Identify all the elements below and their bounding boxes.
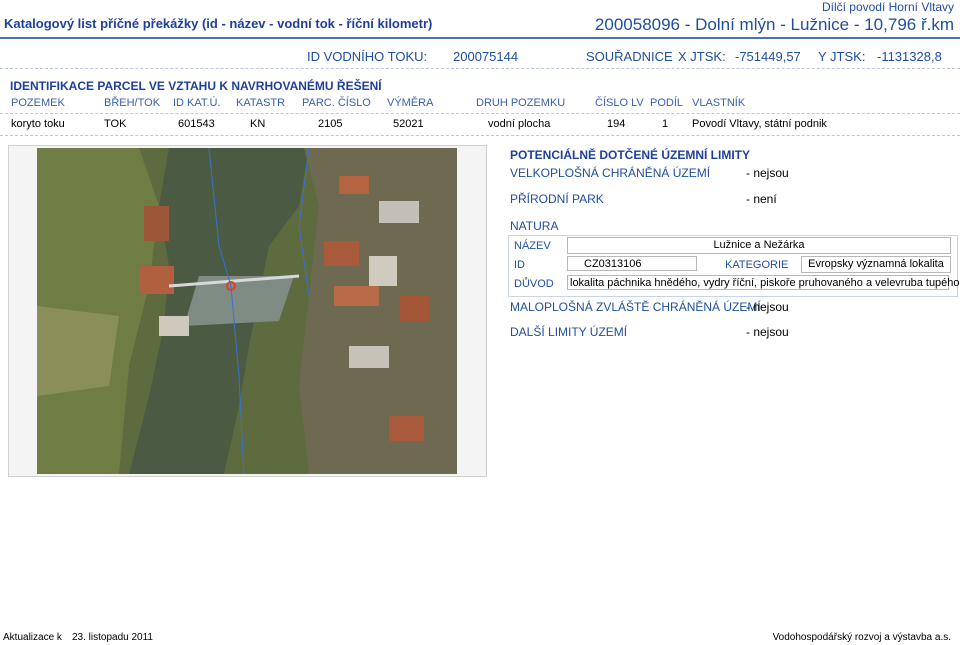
cell-parc-cislo: 2105 bbox=[318, 118, 343, 130]
divider bbox=[0, 68, 960, 69]
table-divider bbox=[0, 135, 960, 136]
watercourse-id-value: 200075144 bbox=[453, 49, 519, 64]
id-field: CZ0313106 bbox=[567, 256, 697, 271]
y-jtsk-label: Y JTSK: bbox=[818, 49, 866, 64]
cell-pozemek: koryto toku bbox=[11, 118, 65, 130]
mzchu-label: MALOPLOŠNÁ ZVLÁŠTĚ CHRÁNĚNÁ ÚZEMÍ bbox=[510, 300, 761, 314]
park-label: PŘÍRODNÍ PARK bbox=[510, 192, 604, 206]
y-jtsk-value: -1131328,8 bbox=[877, 49, 942, 64]
header-divider bbox=[0, 37, 960, 39]
basin-subtitle: Dílčí povodí Horní Vltavy bbox=[821, 0, 954, 14]
natura-box: NÁZEV Lužnice a Nežárka ID CZ0313106 KAT… bbox=[508, 235, 960, 297]
dalsi-label: DALŠÍ LIMITY ÚZEMÍ bbox=[510, 325, 628, 339]
cell-podil: 1 bbox=[662, 118, 669, 130]
cell-druh-pozemku: vodní plocha bbox=[488, 118, 551, 130]
col-breh-tok: BŘEH/TOK bbox=[104, 97, 161, 109]
catalog-title: Katalogový list příčné překážky (id - ná… bbox=[4, 16, 433, 31]
vchu-label: VELKOPLOŠNÁ CHRÁNĚNÁ ÚZEMÍ bbox=[510, 166, 711, 180]
aerial-map-graphic bbox=[9, 146, 486, 476]
limits-title: POTENCIÁLNĚ DOTČENÉ ÚZEMNÍ LIMITY bbox=[510, 148, 750, 162]
cell-vymera: 52021 bbox=[393, 118, 424, 130]
duvod-label: DŮVOD bbox=[514, 278, 554, 290]
dalsi-value: - nejsou bbox=[746, 325, 789, 339]
park-value: - není bbox=[746, 192, 777, 206]
x-jtsk-label: X JTSK: bbox=[678, 49, 726, 64]
id-label: ID bbox=[514, 259, 525, 271]
table-divider bbox=[0, 113, 960, 114]
col-druh-pozemku: DRUH POZEMKU bbox=[476, 97, 566, 109]
obstacle-title: 200058096 - Dolní mlýn - Lužnice - 10,79… bbox=[594, 15, 954, 34]
coordinates-label: SOUŘADNICE bbox=[586, 49, 673, 64]
mzchu-value: - nejsou bbox=[746, 300, 789, 314]
aerial-map[interactable] bbox=[8, 145, 487, 477]
parcels-section-title: IDENTIFIKACE PARCEL VE VZTAHU K NAVRHOVA… bbox=[10, 79, 382, 93]
nazev-label: NÁZEV bbox=[514, 240, 551, 252]
col-parc-cislo: PARC. ČÍSLO bbox=[302, 97, 371, 109]
col-vymera: VÝMĚRA bbox=[387, 97, 434, 109]
duvod-field: lokalita páchnika hnědého, vydry říční, … bbox=[567, 275, 960, 290]
x-jtsk-value: -751449,57 bbox=[735, 49, 801, 64]
updated-label: Aktualizace k bbox=[3, 632, 62, 643]
watercourse-id-label: ID VODNÍHO TOKU: bbox=[307, 49, 428, 64]
cell-katastr: KN bbox=[250, 118, 266, 130]
nazev-field: Lužnice a Nežárka bbox=[567, 237, 951, 254]
vchu-value: - nejsou bbox=[746, 166, 789, 180]
kategorie-label: KATEGORIE bbox=[725, 259, 789, 271]
natura-label: NATURA bbox=[510, 219, 559, 233]
cell-id-kat: 601543 bbox=[178, 118, 215, 130]
col-katastr: KATASTR bbox=[236, 97, 286, 109]
col-pozemek: POZEMEK bbox=[11, 97, 65, 109]
col-cislo-lv: ČÍSLO LV bbox=[595, 97, 644, 109]
col-podil: PODÍL bbox=[650, 97, 684, 109]
updated-date: 23. listopadu 2011 bbox=[72, 632, 153, 643]
col-id-kat: ID KAT.Ú. bbox=[173, 97, 221, 109]
cell-breh-tok: TOK bbox=[104, 118, 127, 130]
organization: Vodohospodářský rozvoj a výstavba a.s. bbox=[772, 632, 951, 643]
col-vlastnik: VLASTNÍK bbox=[692, 97, 746, 109]
cell-cislo-lv: 194 bbox=[607, 118, 626, 130]
kategorie-field: Evropsky významná lokalita bbox=[801, 256, 951, 273]
cell-vlastnik: Povodí Vltavy, státní podnik bbox=[692, 118, 827, 130]
